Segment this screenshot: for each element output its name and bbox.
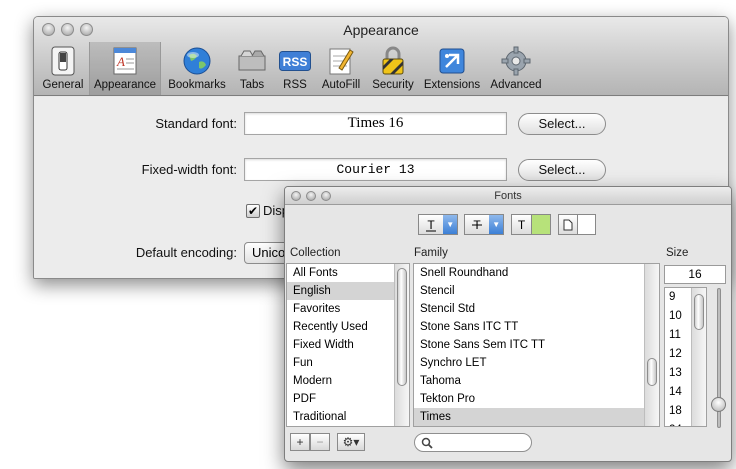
size-scroll-thumb[interactable] [694,294,704,330]
collection-scroll-thumb[interactable] [397,268,407,386]
collection-scrollbar[interactable] [394,264,409,426]
action-menu-button[interactable]: ⚙▾ [337,433,365,451]
gear-icon [500,45,532,77]
text-color-button[interactable]: T [511,214,551,235]
underline-popup[interactable]: T ▼ [418,214,458,235]
fixed-font-label: Fixed-width font: [141,162,237,177]
puzzle-icon [436,45,468,77]
light-switch-icon [47,45,79,77]
document-icon [559,215,577,234]
family-item[interactable]: Stone Sans Sem ITC TT [414,336,659,354]
add-collection-button[interactable]: + [290,433,310,451]
size-slider-knob[interactable] [711,397,726,412]
family-item[interactable]: Stencil [414,282,659,300]
family-scroll-thumb[interactable] [647,358,657,386]
document-color-swatch [577,215,595,234]
default-encoding-label: Default encoding: [135,245,237,260]
fixed-font-select-button[interactable]: Select... [518,159,606,181]
toolbar-autofill[interactable]: AutoFill [318,42,364,95]
toolbar-security[interactable]: Security [369,42,417,95]
padlock-icon [377,45,409,77]
toolbar-appearance[interactable]: A Appearance [89,42,161,95]
window-title: Appearance [343,22,419,38]
toolbar-general[interactable]: General [39,42,87,95]
family-list: Snell Roundhand Stencil Stencil Std Stone S… [413,263,660,427]
pencil-paper-icon [325,45,357,77]
collection-item[interactable]: Favorites [287,300,409,318]
globe-icon [181,45,213,77]
tabs-icon [236,45,268,77]
collection-list: All Fonts English Favorites Recently Used Fi… [286,263,410,427]
family-scrollbar[interactable] [644,264,659,426]
size-field[interactable]: 16 [664,265,726,284]
family-header: Family [414,247,448,259]
collection-item[interactable]: All Fonts [287,264,409,282]
collection-item[interactable]: Modern [287,372,409,390]
preferences-toolbar: Appearance General A Appearance Bookmark… [34,17,728,96]
standard-font-field: Times 16 [244,112,507,135]
size-list: 910111213141824 [664,287,707,427]
text-color-icon: T [517,217,526,232]
family-item[interactable]: Synchro LET [414,354,659,372]
fixed-font-field: Courier 13 [244,158,507,181]
family-item[interactable]: Stencil Std [414,300,659,318]
display-checkbox[interactable]: ✔ [246,204,260,218]
family-item[interactable]: Tekton Pro [414,390,659,408]
toolbar-rss[interactable]: RSS RSS [277,42,313,95]
underline-icon: T [419,215,443,234]
collection-item[interactable]: Fun [287,354,409,372]
svg-text:T: T [428,218,436,232]
collection-item[interactable]: Recently Used [287,318,409,336]
search-icon [421,437,433,449]
svg-text:A: A [116,54,125,69]
chevron-down-icon: ▼ [489,215,503,234]
standard-font-select-button[interactable]: Select... [518,113,606,135]
standard-font-label: Standard font: [155,116,237,131]
size-header: Size [666,247,689,259]
appearance-icon: A [109,45,141,77]
collection-item[interactable]: Fixed Width [287,336,409,354]
font-search-input[interactable] [414,433,532,452]
chevron-down-icon: ▼ [443,215,457,234]
toolbar-bookmarks[interactable]: Bookmarks [165,42,229,95]
collection-item[interactable]: English [287,282,409,300]
collection-item[interactable]: PDF [287,390,409,408]
toolbar-advanced[interactable]: Advanced [486,42,546,95]
strikethrough-icon: T [465,215,489,234]
collection-item[interactable]: Traditional [287,408,409,426]
fonts-panel: Fonts T ▼ T ▼ T Collection Family Size A… [284,186,732,462]
toolbar-extensions[interactable]: Extensions [422,42,482,95]
document-color-button[interactable] [558,214,596,235]
size-scrollbar[interactable] [691,288,706,426]
fonts-titlebar: Fonts [285,187,731,205]
fonts-title: Fonts [494,190,522,202]
collection-header: Collection [290,247,341,259]
family-item[interactable]: Times [414,408,659,426]
family-item[interactable]: Snell Roundhand [414,264,659,282]
toolbar-tabs[interactable]: Tabs [232,42,272,95]
family-item[interactable]: Stone Sans ITC TT [414,318,659,336]
rss-icon: RSS [279,45,311,77]
svg-text:RSS: RSS [283,55,308,69]
remove-collection-button[interactable]: − [310,433,330,451]
family-item[interactable]: Tahoma [414,372,659,390]
text-color-swatch [531,215,550,234]
strikethrough-popup[interactable]: T ▼ [464,214,504,235]
